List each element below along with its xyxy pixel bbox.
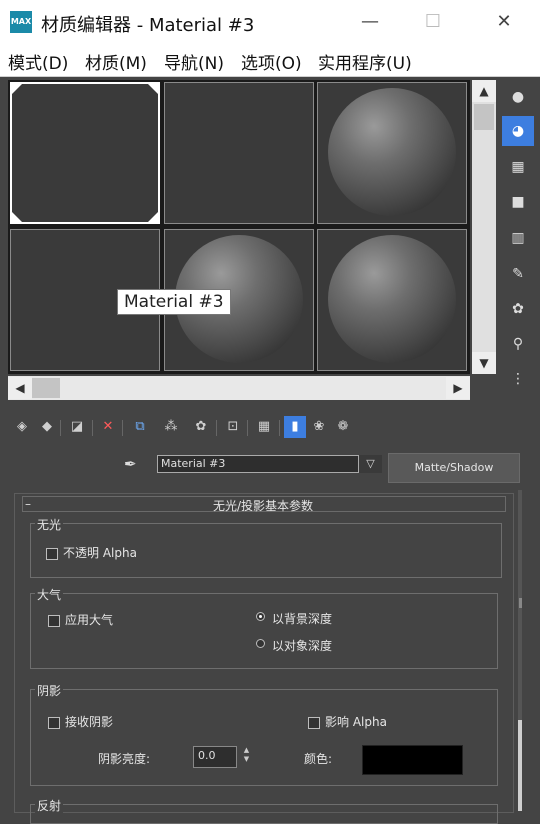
show-map-in-viewport-icon[interactable]: ▦ xyxy=(253,416,275,438)
toolbar-separator xyxy=(60,420,61,436)
toolbar-separator xyxy=(279,420,280,436)
reflection-group xyxy=(30,804,498,824)
toolbar-separator xyxy=(122,420,123,436)
copy-material-icon[interactable]: ⧉ xyxy=(129,416,151,438)
background-checker-icon[interactable]: ▦ xyxy=(502,152,534,182)
backlight-icon[interactable]: ◕ xyxy=(502,116,534,146)
material-sphere xyxy=(328,235,456,363)
affect-alpha-label: 影响 Alpha xyxy=(325,715,387,729)
material-sphere xyxy=(328,88,456,216)
menu-mode[interactable]: 模式(D) xyxy=(8,49,68,74)
opaque-alpha-checkbox[interactable] xyxy=(46,548,58,560)
slot-tooltip: Material #3 xyxy=(117,289,231,315)
spinner-arrows-icon[interactable]: ▲ ▼ xyxy=(241,746,252,764)
put-to-library-icon[interactable]: ✿ xyxy=(190,416,212,438)
material-map-navigator-icon[interactable]: ⋮ xyxy=(502,364,534,394)
opaque-alpha-label: 不透明 Alpha xyxy=(63,546,137,560)
matte-group-label: 无光 xyxy=(35,516,64,533)
put-material-to-scene-icon[interactable]: ◆ xyxy=(36,416,58,438)
object-depth-label: 以对象深度 xyxy=(272,639,333,653)
shadow-brightness-label: 阴影亮度: xyxy=(98,752,151,766)
menu-navigation[interactable]: 导航(N) xyxy=(164,49,224,74)
video-color-check-icon[interactable]: ▥ xyxy=(502,223,534,253)
horizontal-scroll-thumb[interactable] xyxy=(32,378,60,398)
maximize-button[interactable]: ☐ xyxy=(413,8,453,36)
toolbar-separator xyxy=(92,420,93,436)
make-unique-icon[interactable]: ⁂ xyxy=(160,416,182,438)
menu-utilities[interactable]: 实用程序(U) xyxy=(318,49,412,74)
shadow-brightness-value: 0.0 xyxy=(198,749,216,762)
sample-slot-2[interactable] xyxy=(164,82,314,224)
chevron-down-icon[interactable]: ▽ xyxy=(358,455,382,473)
reset-map-icon[interactable]: ✕ xyxy=(97,416,119,438)
sample-uv-tiling-icon[interactable]: ■ xyxy=(502,187,534,217)
apply-atmosphere-checkbox[interactable] xyxy=(48,615,60,627)
close-button[interactable]: ✕ xyxy=(484,8,524,36)
receive-shadows-checkbox[interactable] xyxy=(48,717,60,729)
3dsmax-app-icon: MAX xyxy=(10,11,32,33)
sample-slot-1[interactable] xyxy=(10,82,160,224)
toolbar-separator xyxy=(247,420,248,436)
window-title: 材质编辑器 - Material #3 xyxy=(41,15,255,36)
affect-alpha-checkbox[interactable] xyxy=(308,717,320,729)
sample-slot-3[interactable] xyxy=(317,82,467,224)
reflection-group-label: 反射 xyxy=(35,797,64,814)
rollout-scroll-marker xyxy=(519,598,522,608)
active-slot-corner-icon xyxy=(12,84,158,222)
shadow-color-swatch[interactable] xyxy=(362,745,463,775)
minimize-button[interactable]: — xyxy=(350,8,390,36)
scroll-right-button[interactable]: ▶ xyxy=(446,377,470,399)
go-to-parent-icon[interactable]: ❀ xyxy=(308,416,330,438)
background-depth-radio[interactable] xyxy=(256,612,265,621)
assign-material-icon[interactable]: ◪ xyxy=(66,416,88,438)
scroll-left-button[interactable]: ◀ xyxy=(8,377,32,399)
menu-material[interactable]: 材质(M) xyxy=(85,49,147,74)
slots-horizontal-scrollbar[interactable] xyxy=(8,376,470,400)
background-depth-label: 以背景深度 xyxy=(272,612,333,626)
atmosphere-group xyxy=(30,593,498,669)
get-material-icon[interactable]: ◈ xyxy=(11,416,33,438)
material-id-channel-icon[interactable]: ⊡ xyxy=(222,416,244,438)
apply-atmosphere-label: 应用大气 xyxy=(65,613,114,627)
toolbar-separator xyxy=(216,420,217,436)
eyedropper-icon[interactable]: ✒ xyxy=(124,455,144,475)
receive-shadows-label: 接收阴影 xyxy=(65,715,114,729)
show-end-result-icon[interactable]: ▮ xyxy=(284,416,306,438)
make-preview-icon[interactable]: ✎ xyxy=(502,259,534,289)
material-type-button[interactable]: Matte/Shadow xyxy=(388,453,520,483)
rollout-title: 无光/投影基本参数 xyxy=(213,499,314,513)
rollout-scroll-thumb[interactable] xyxy=(518,720,522,811)
scroll-down-button[interactable]: ▼ xyxy=(472,352,496,374)
sample-type-sphere-icon[interactable]: ● xyxy=(502,82,534,112)
object-depth-radio[interactable] xyxy=(256,639,265,648)
scroll-up-button[interactable]: ▲ xyxy=(472,80,496,102)
go-forward-sibling-icon[interactable]: ❁ xyxy=(332,416,354,438)
select-by-material-icon[interactable]: ⚲ xyxy=(502,329,534,359)
atmosphere-group-label: 大气 xyxy=(35,586,64,603)
shadow-color-label: 颜色: xyxy=(304,752,333,766)
material-name-value: Material #3 xyxy=(161,457,226,470)
options-icon[interactable]: ✿ xyxy=(502,294,534,324)
vertical-scroll-thumb[interactable] xyxy=(474,104,494,130)
shadow-group-label: 阴影 xyxy=(35,682,64,699)
sample-slot-6[interactable] xyxy=(317,229,467,371)
menu-options[interactable]: 选项(O) xyxy=(241,49,302,74)
rollout-collapse-icon[interactable]: – xyxy=(25,497,31,511)
